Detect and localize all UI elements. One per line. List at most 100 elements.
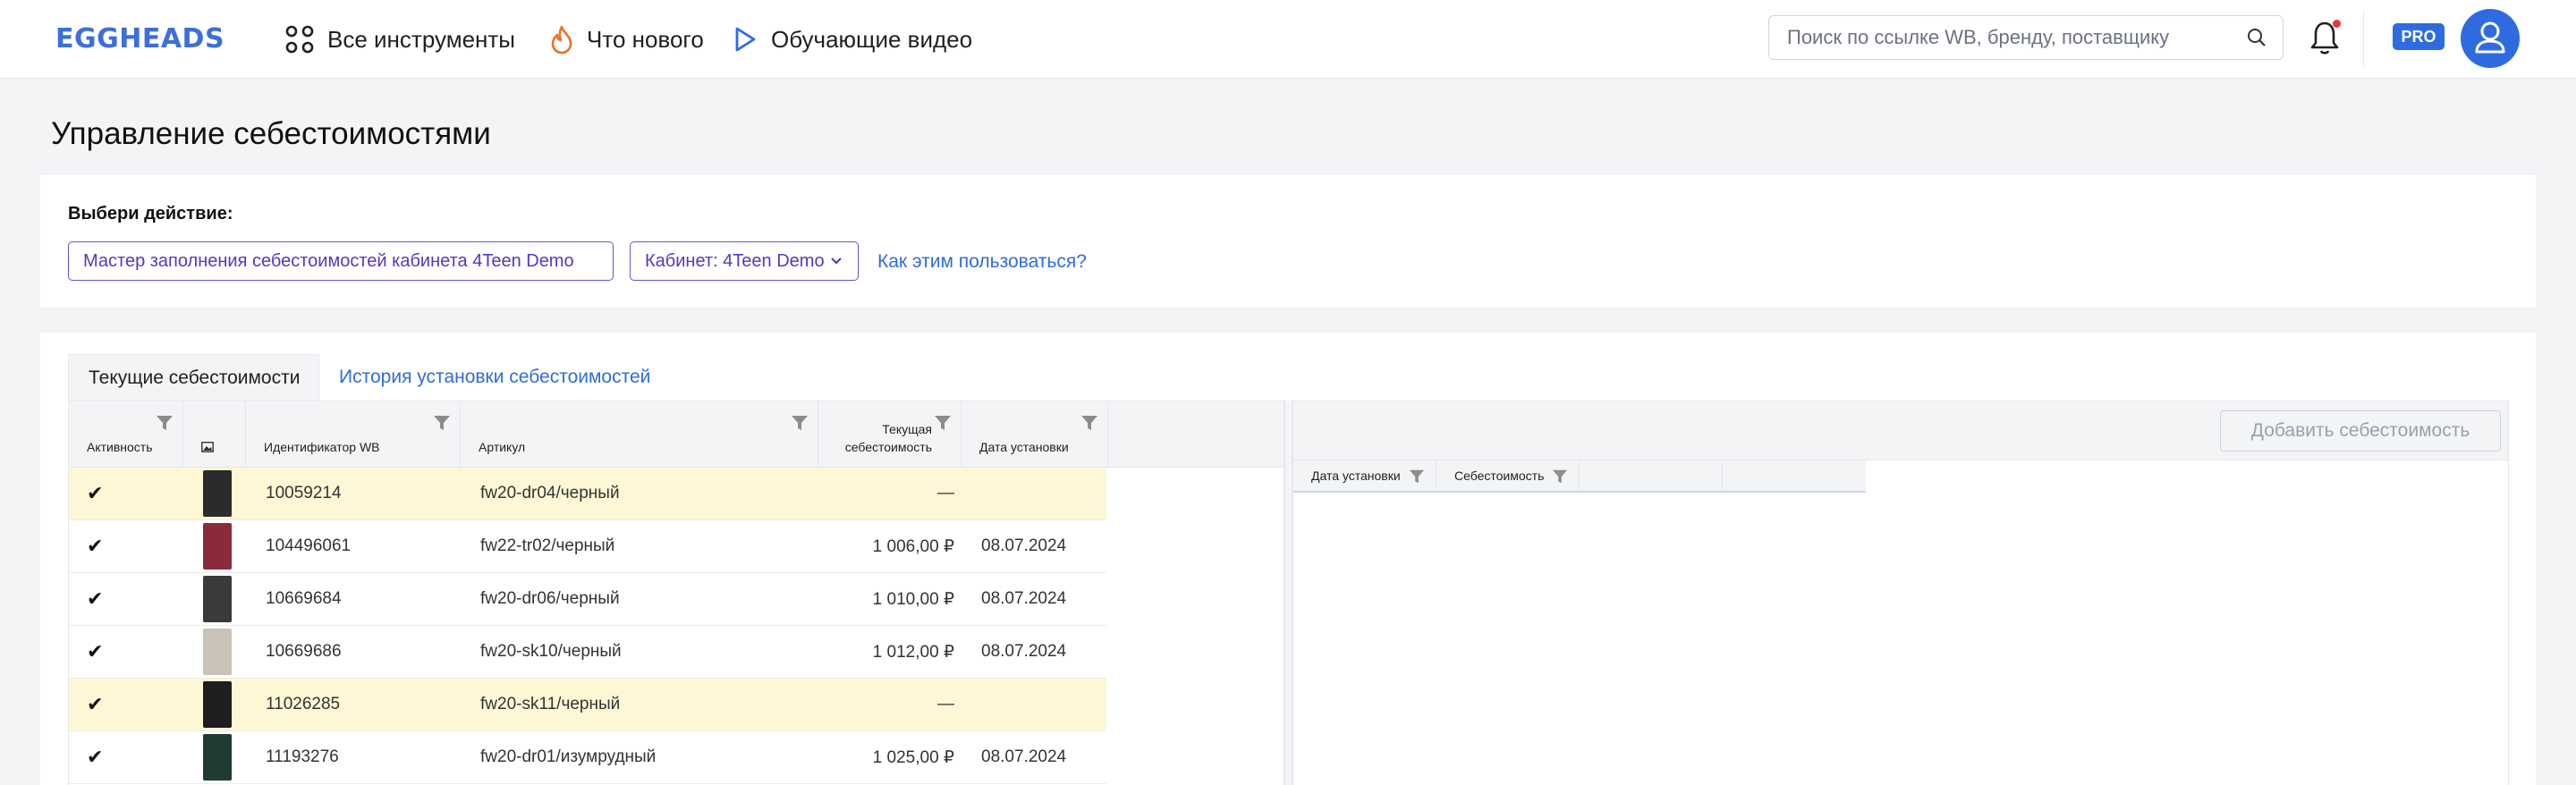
current-cost[interactable]: 1 010,00 ₽ bbox=[829, 573, 954, 625]
product-thumbnail bbox=[203, 681, 232, 728]
chevron-down-icon bbox=[830, 257, 842, 265]
cost-history-table: Добавить себестоимость Дата установки Се… bbox=[1292, 401, 2509, 785]
column-header-photo bbox=[183, 401, 246, 468]
product-thumbnail bbox=[203, 629, 232, 675]
grid-icon bbox=[285, 25, 314, 54]
filter-icon[interactable] bbox=[934, 414, 952, 432]
nav-tutorial-videos[interactable]: Обучающие видео bbox=[732, 20, 972, 59]
set-date: 08.07.2024 bbox=[981, 536, 1067, 555]
active-checkmark: ✔ bbox=[87, 693, 104, 715]
column-header-article[interactable]: Артикул bbox=[461, 401, 818, 468]
product-thumbnail bbox=[203, 523, 232, 570]
wb-id: 10669684 bbox=[266, 589, 342, 608]
column-header-label: Текущая себестоимость bbox=[844, 422, 932, 454]
current-cost[interactable]: — bbox=[829, 679, 954, 730]
current-cost[interactable]: 1 012,00 ₽ bbox=[829, 626, 954, 678]
action-panel: Выбери действие: Мастер заполнения себес… bbox=[40, 175, 2536, 308]
set-date: 08.07.2024 bbox=[981, 747, 1067, 766]
column-header-label: Артикул bbox=[479, 440, 526, 454]
notification-dot bbox=[2333, 20, 2341, 28]
column-header-cost[interactable]: Себестоимость bbox=[1436, 460, 1580, 493]
top-bar: EGGHEADS Все инструменты Что нового Обуч… bbox=[0, 0, 2576, 79]
tab-current-costs[interactable]: Текущие себестоимости bbox=[68, 354, 319, 401]
wb-id: 10059214 bbox=[266, 484, 342, 502]
current-cost[interactable]: — bbox=[829, 468, 954, 519]
nav-all-tools[interactable]: Все инструменты bbox=[284, 20, 515, 59]
current-costs-table: Активность Идентификатор WB Артикул Теку… bbox=[68, 401, 1284, 785]
column-header-label: Себестоимость bbox=[1454, 468, 1545, 483]
logo[interactable]: EGGHEADS bbox=[55, 23, 225, 55]
table-row[interactable]: ✔ 104496061 fw22-tr02/черный 1 006,00 ₽ … bbox=[69, 520, 1106, 573]
product-thumbnail bbox=[203, 470, 232, 517]
article: fw20-dr01/изумрудный bbox=[480, 747, 657, 766]
product-thumbnail bbox=[203, 576, 232, 622]
column-header-label: Активность bbox=[87, 440, 153, 454]
current-cost[interactable]: 1 006,00 ₽ bbox=[829, 520, 954, 572]
costs-panel: Текущие себестоимости История установки … bbox=[40, 333, 2536, 785]
avatar[interactable] bbox=[2461, 9, 2520, 68]
column-header-empty bbox=[1580, 460, 1723, 493]
column-header-activity[interactable]: Активность bbox=[69, 401, 183, 468]
table-row[interactable]: ✔ 10059214 fw20-dr04/черный — bbox=[69, 468, 1106, 520]
article: fw20-sk11/черный bbox=[480, 695, 621, 713]
column-header-current-cost[interactable]: Текущая себестоимость bbox=[818, 401, 962, 468]
nav-whats-new[interactable]: Что нового bbox=[549, 20, 704, 59]
column-header-set-date[interactable]: Дата установки bbox=[962, 401, 1108, 468]
article: fw20-sk10/черный bbox=[480, 642, 622, 661]
column-header-set-date[interactable]: Дата установки bbox=[1293, 460, 1436, 493]
table-row[interactable]: ✔ 11026285 fw20-sk11/черный — bbox=[69, 679, 1106, 731]
filter-icon[interactable] bbox=[156, 414, 174, 432]
nav-all-tools-label: Все инструменты bbox=[327, 25, 515, 53]
article: fw22-tr02/черный bbox=[480, 536, 615, 555]
column-header-wb-id[interactable]: Идентификатор WB bbox=[246, 401, 461, 468]
image-icon bbox=[201, 442, 214, 452]
filter-icon[interactable] bbox=[1552, 468, 1568, 485]
pro-badge[interactable]: PRO bbox=[2393, 23, 2445, 50]
table-row[interactable]: ✔ 10669686 fw20-sk10/черный 1 012,00 ₽ 0… bbox=[69, 626, 1106, 679]
filter-icon[interactable] bbox=[791, 414, 809, 432]
active-checkmark: ✔ bbox=[87, 587, 104, 610]
right-toolbar: Добавить себестоимость bbox=[1293, 401, 2508, 460]
wb-id: 104496061 bbox=[266, 536, 352, 555]
set-date: 08.07.2024 bbox=[981, 589, 1067, 608]
header-filler bbox=[1108, 401, 1284, 468]
article: fw20-dr06/черный bbox=[480, 589, 620, 608]
nav-whats-new-label: Что нового bbox=[587, 25, 704, 53]
search-box bbox=[1768, 15, 2284, 60]
header-divider bbox=[2363, 11, 2364, 66]
article: fw20-dr04/черный bbox=[480, 484, 620, 502]
product-thumbnail bbox=[203, 734, 232, 781]
active-checkmark: ✔ bbox=[87, 482, 104, 504]
active-checkmark: ✔ bbox=[87, 746, 104, 768]
column-header-label: Дата установки bbox=[979, 440, 1069, 454]
tab-cost-history[interactable]: История установки себестоимостей bbox=[339, 354, 650, 401]
cabinet-select-value: Кабинет: 4Teen Demo bbox=[645, 250, 825, 271]
search-icon[interactable] bbox=[2247, 28, 2267, 47]
column-header-label: Идентификатор WB bbox=[264, 440, 380, 454]
set-date: 08.07.2024 bbox=[981, 642, 1067, 661]
add-cost-button[interactable]: Добавить себестоимость bbox=[2220, 410, 2501, 452]
play-icon bbox=[735, 27, 756, 52]
filter-icon[interactable] bbox=[1409, 468, 1425, 485]
table-row[interactable]: ✔ 10669684 fw20-dr06/черный 1 010,00 ₽ 0… bbox=[69, 573, 1106, 626]
active-checkmark: ✔ bbox=[87, 640, 104, 663]
user-icon bbox=[2475, 21, 2505, 54]
wb-id: 11026285 bbox=[266, 695, 341, 713]
split-divider[interactable] bbox=[1284, 401, 1292, 785]
page-title: Управление себестоимостями bbox=[51, 116, 491, 151]
fire-icon bbox=[551, 25, 572, 55]
wb-id: 10669686 bbox=[266, 642, 342, 661]
filter-icon[interactable] bbox=[1080, 414, 1098, 432]
search-input[interactable] bbox=[1787, 16, 2234, 59]
table-row[interactable]: ✔ 11193276 fw20-dr01/изумрудный 1 025,00… bbox=[69, 731, 1106, 784]
action-label: Выбери действие: bbox=[68, 204, 233, 224]
wizard-button[interactable]: Мастер заполнения себестоимостей кабинет… bbox=[68, 241, 614, 281]
wb-id: 11193276 bbox=[266, 747, 339, 766]
column-header-filler bbox=[1723, 460, 1866, 493]
nav-tutorial-videos-label: Обучающие видео bbox=[771, 25, 973, 53]
cabinet-select[interactable]: Кабинет: 4Teen Demo bbox=[630, 241, 859, 281]
filter-icon[interactable] bbox=[433, 414, 451, 432]
column-header-label: Дата установки bbox=[1311, 468, 1401, 483]
help-link[interactable]: Как этим пользоваться? bbox=[877, 251, 1087, 273]
current-cost[interactable]: 1 025,00 ₽ bbox=[829, 731, 954, 783]
